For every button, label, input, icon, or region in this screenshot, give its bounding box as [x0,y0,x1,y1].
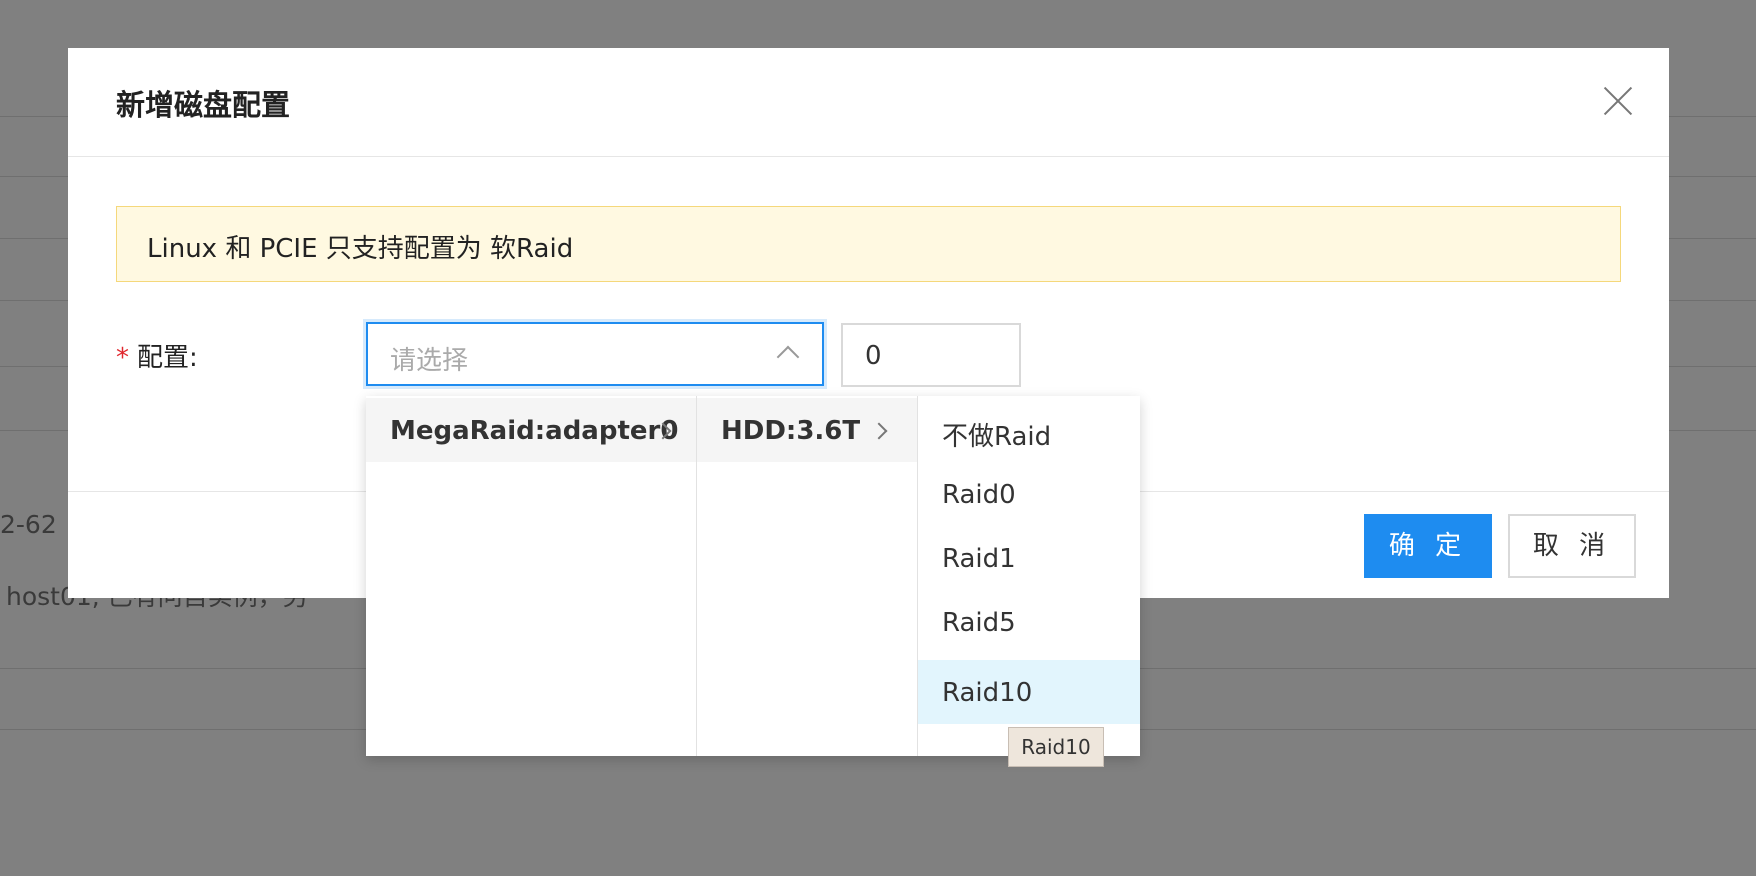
cascader-column-adapter: MegaRaid:adapter0 [366,396,697,756]
modal-header: 新增磁盘配置 [68,48,1669,157]
cancel-button[interactable]: 取 消 [1508,514,1636,578]
close-icon[interactable] [1601,84,1635,118]
cascader-option-raid-hovered[interactable]: Raid10 [918,660,1140,724]
config-cascader[interactable]: 请选择 [366,322,824,386]
cascader-option-raid[interactable]: Raid1 [918,526,1140,590]
count-input-value: 0 [865,341,882,371]
modal-title: 新增磁盘配置 [116,88,291,122]
config-label: * 配置: [116,337,198,374]
chevron-up-icon [776,345,800,369]
cascader-placeholder: 请选择 [390,346,469,376]
cascader-option-disk[interactable]: HDD:3.6T [697,398,917,462]
cascader-column-disk: HDD:3.6T [697,396,918,756]
count-input[interactable]: 0 [841,323,1021,387]
cascader-option-raid[interactable]: Raid0 [918,462,1140,526]
confirm-button[interactable]: 确 定 [1364,514,1492,578]
option-label: Raid10 [942,678,1033,708]
alert-text: Linux 和 PCIE 只支持配置为 软Raid [147,234,574,264]
option-label: 不做Raid [942,422,1052,452]
config-label-text: 配置: [137,343,198,373]
required-mark: * [116,343,129,373]
cascader-option-raid[interactable]: 不做Raid [918,398,1140,462]
option-label: MegaRaid:adapter0 [390,416,679,446]
cascader-option-raid[interactable]: Raid5 [918,590,1140,654]
option-label: HDD:3.6T [721,416,861,446]
cascader-option-adapter[interactable]: MegaRaid:adapter0 [366,398,696,462]
background-text: 2-62 [0,510,57,539]
cascader-dropdown: MegaRaid:adapter0 HDD:3.6T 不做Raid Raid0 … [366,396,1140,756]
option-label: Raid5 [942,608,1016,638]
chevron-right-icon [870,422,888,440]
cascader-column-raid: 不做Raid Raid0 Raid1 Raid5 Raid10 [918,396,1140,756]
option-label: Raid0 [942,480,1016,510]
option-label: Raid1 [942,544,1016,574]
warning-alert: Linux 和 PCIE 只支持配置为 软Raid [116,206,1621,282]
option-tooltip: Raid10 [1008,727,1104,767]
